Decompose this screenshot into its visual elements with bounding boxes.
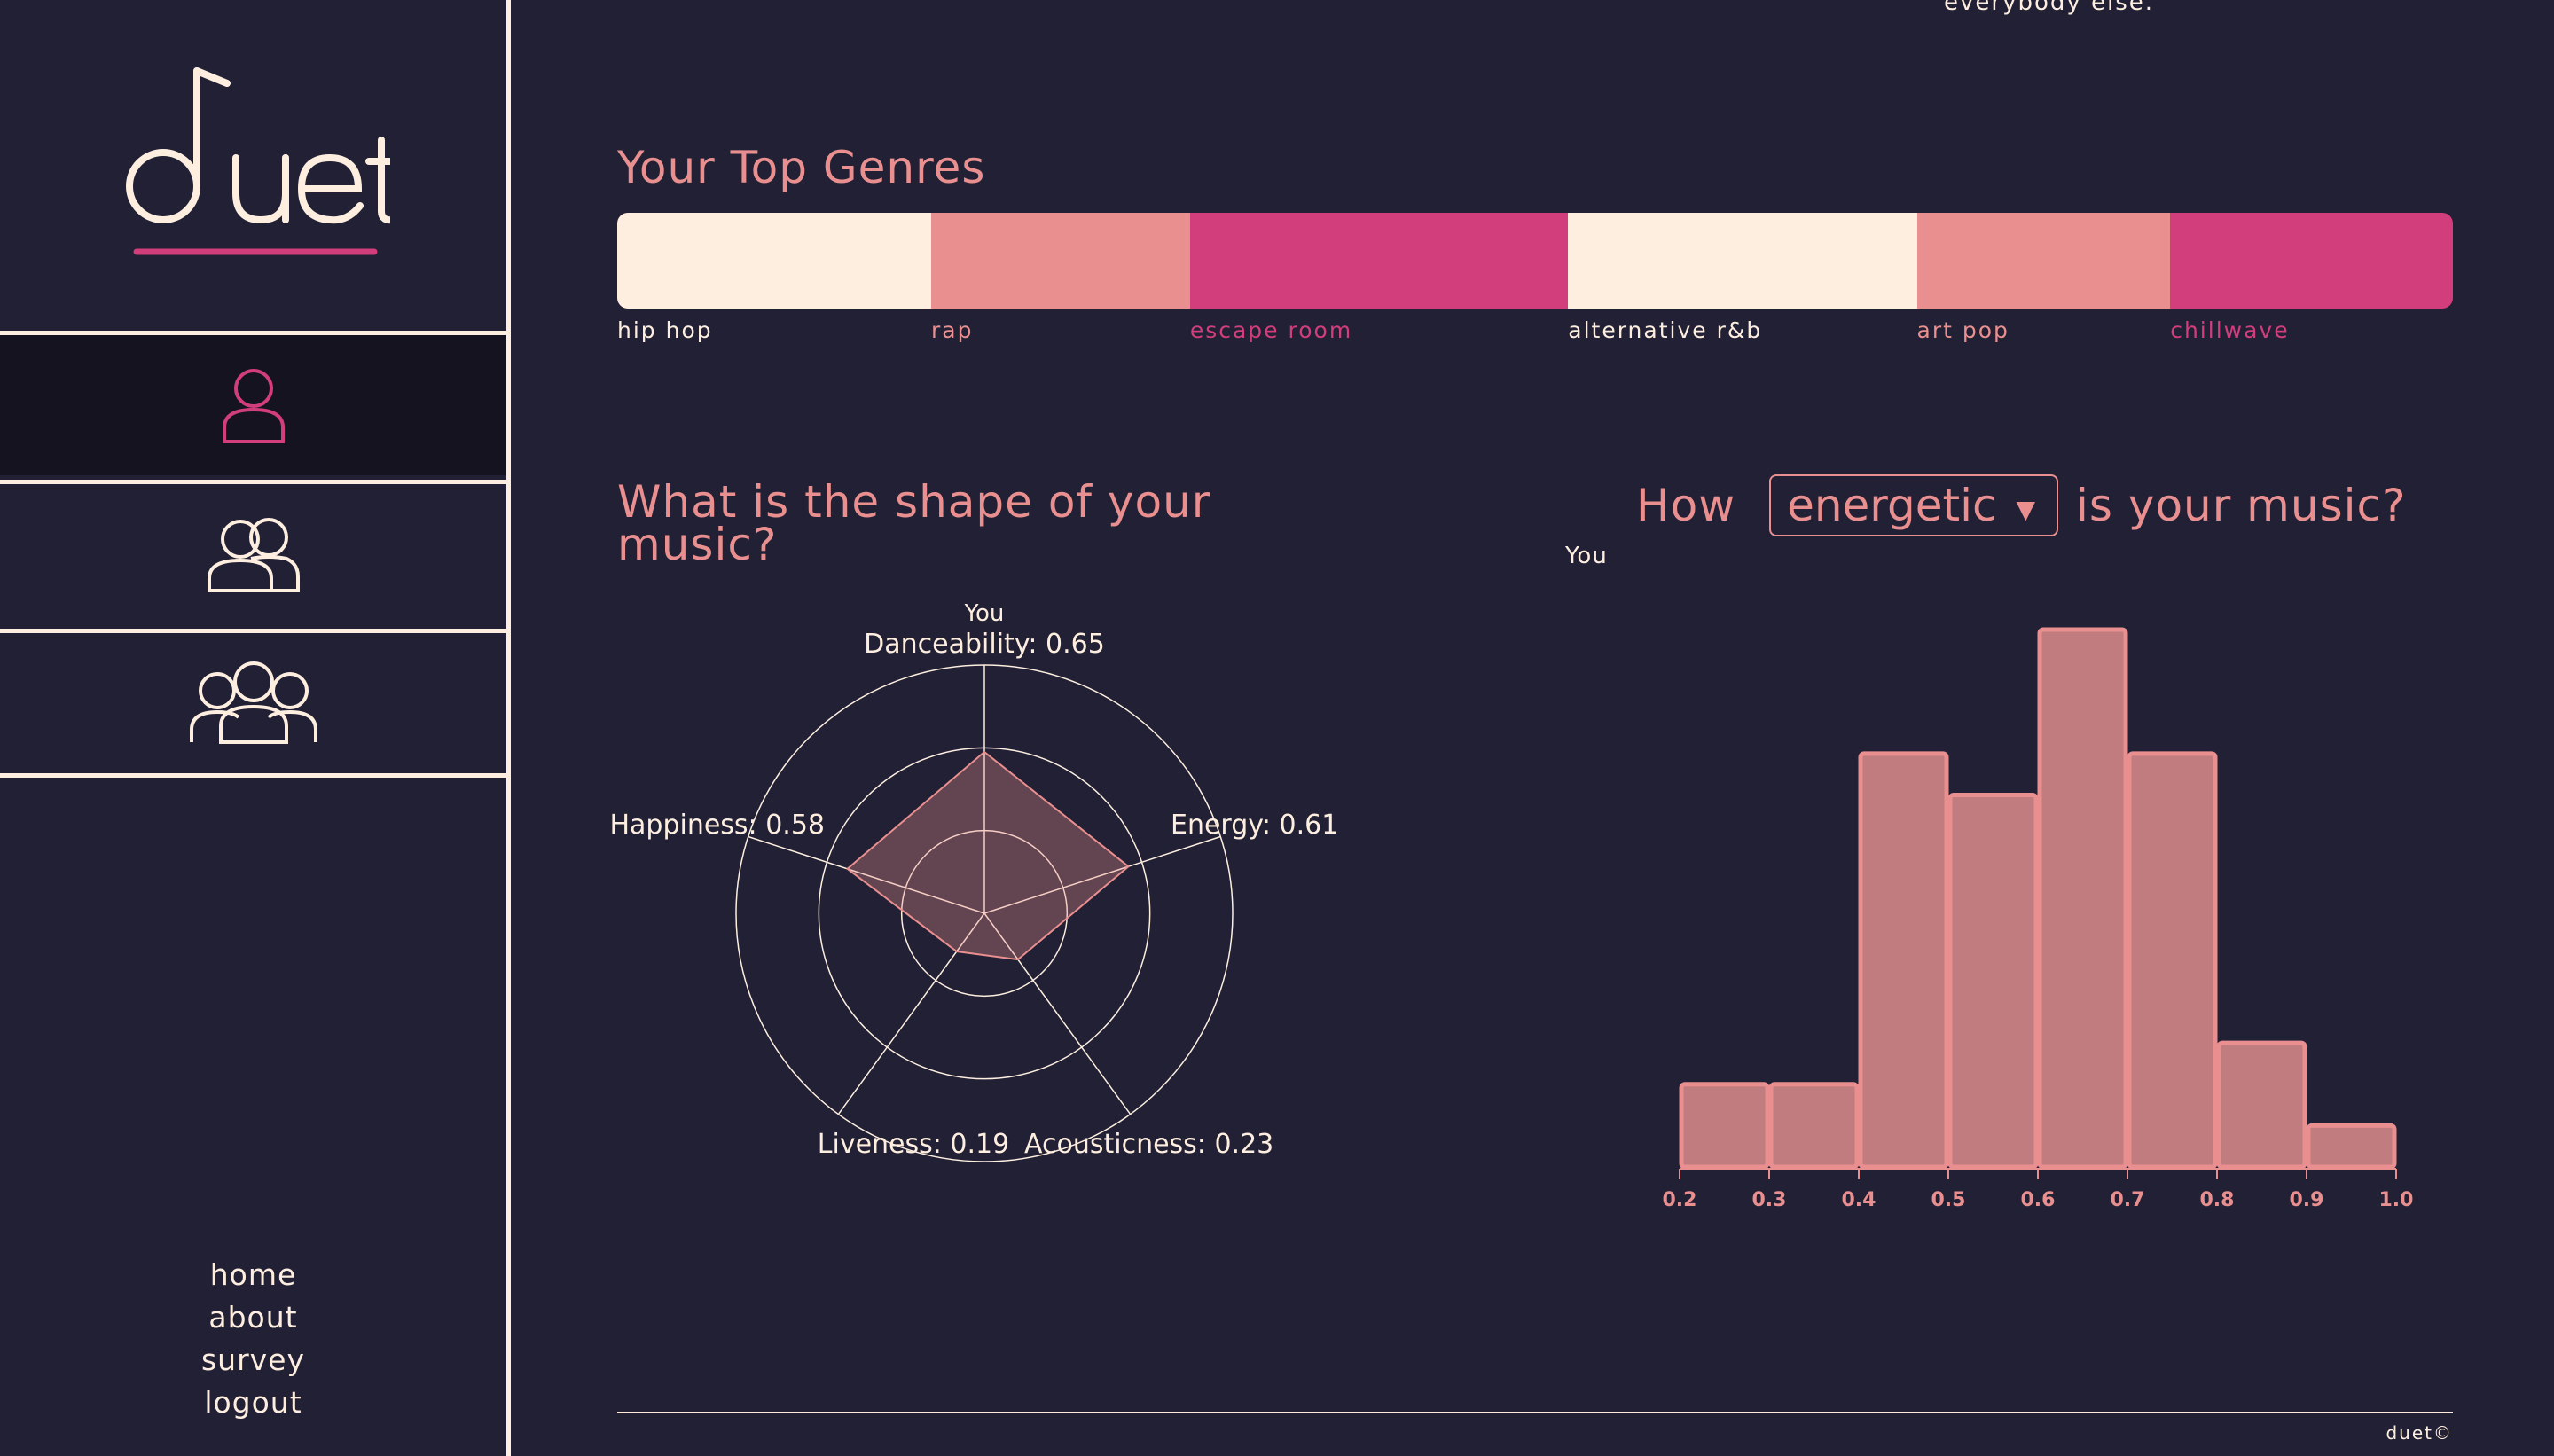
group-icon — [189, 661, 317, 744]
radar-chart: YouDanceability: 0.65 Energy: 0.61 Acousti… — [609, 600, 1338, 1162]
genre-segment — [2170, 213, 2453, 309]
histogram-bar — [1858, 751, 1949, 1170]
footer-divider — [617, 1412, 2453, 1413]
radar-axis-label: Happiness: 0.58 — [609, 810, 825, 841]
link-logout[interactable]: logout — [0, 1382, 506, 1424]
histogram-bar — [2306, 1123, 2397, 1170]
sidebar: duet — [0, 0, 511, 1456]
duet-logo[interactable]: duet — [124, 53, 390, 266]
genre-segment — [617, 213, 931, 309]
genre-label: rap — [930, 317, 974, 343]
genre-label: chillwave — [2170, 317, 2290, 343]
genre-segment — [1568, 213, 1917, 309]
how-suffix: is your music? — [2076, 480, 2407, 531]
genre-label: art pop — [1916, 317, 2010, 343]
histogram-tick-label: 0.4 — [1842, 1189, 1876, 1211]
genre-segment — [1916, 213, 2171, 309]
genre-bar — [617, 213, 2453, 309]
metric-dropdown[interactable]: energetic ▼ — [1769, 474, 2059, 536]
two-users-icon — [207, 518, 300, 592]
link-survey[interactable]: survey — [0, 1339, 506, 1382]
nav-divider — [0, 773, 506, 778]
nav-compare[interactable] — [0, 480, 506, 624]
radar-axis-label: Liveness: 0.19 — [818, 1129, 1009, 1160]
user-icon — [222, 369, 285, 443]
histogram-tick-label: 0.8 — [2200, 1189, 2235, 1211]
radar-axis-label: Acousticness: 0.23 — [1024, 1129, 1273, 1160]
histogram-tick-label: 0.6 — [2021, 1189, 2056, 1211]
histogram-bar — [1768, 1082, 1860, 1170]
shape-title-line1: What is the shape of your — [617, 476, 1211, 528]
footer-links: home about survey logout — [0, 1254, 506, 1424]
top-genres-title: Your Top Genres — [617, 142, 986, 193]
histogram-tick-label: 0.3 — [1752, 1189, 1787, 1211]
energy-question: How energetic ▼ is your music? — [1636, 474, 2407, 536]
histogram-chart: 0.2 0.3 0.4 0.5 0.6 0.7 0.8 0.9 1.0 — [1663, 627, 2414, 1211]
histogram-tick-label: 0.9 — [2290, 1189, 2324, 1211]
genre-labels: hip hop rap escape room alternative r&b art … — [617, 317, 2453, 353]
histogram-bar — [1947, 792, 2039, 1170]
genre-label: alternative r&b — [1568, 317, 1763, 343]
metric-dropdown-value: energetic — [1787, 480, 1997, 531]
how-prefix: How — [1636, 480, 1736, 531]
genre-segment — [930, 213, 1190, 309]
shape-title-line2: music? — [617, 519, 778, 570]
nav-profile[interactable] — [0, 331, 506, 475]
histogram-tick-label: 1.0 — [2379, 1189, 2414, 1211]
radar-series-label: You — [964, 600, 1005, 627]
histogram-bar — [2216, 1040, 2307, 1170]
histogram-tick-label: 0.2 — [1663, 1189, 1697, 1211]
genre-segment — [1189, 213, 1569, 309]
histogram-bar — [1679, 1082, 1770, 1170]
link-about[interactable]: about — [0, 1296, 506, 1339]
link-home[interactable]: home — [0, 1254, 506, 1296]
genre-label: escape room — [1189, 317, 1353, 343]
radar-axis-label: Danceability: 0.65 — [864, 629, 1105, 660]
histogram-bar — [2127, 751, 2218, 1170]
nav-group[interactable] — [0, 629, 506, 773]
copyright: duet© — [2386, 1422, 2453, 1444]
histogram-tick-label: 0.7 — [2111, 1189, 2145, 1211]
radar-axis-label: Energy: 0.61 — [1171, 810, 1338, 841]
previous-section-text: everybody else. — [1944, 0, 2155, 16]
genre-label: hip hop — [617, 317, 713, 343]
histogram-series-label: You — [1565, 543, 1608, 569]
histogram-bar — [2037, 627, 2128, 1170]
shape-title: What is the shape of your music? — [617, 476, 1211, 570]
histogram-tick-label: 0.5 — [1931, 1189, 1966, 1211]
caret-down-icon: ▼ — [2016, 494, 2036, 524]
